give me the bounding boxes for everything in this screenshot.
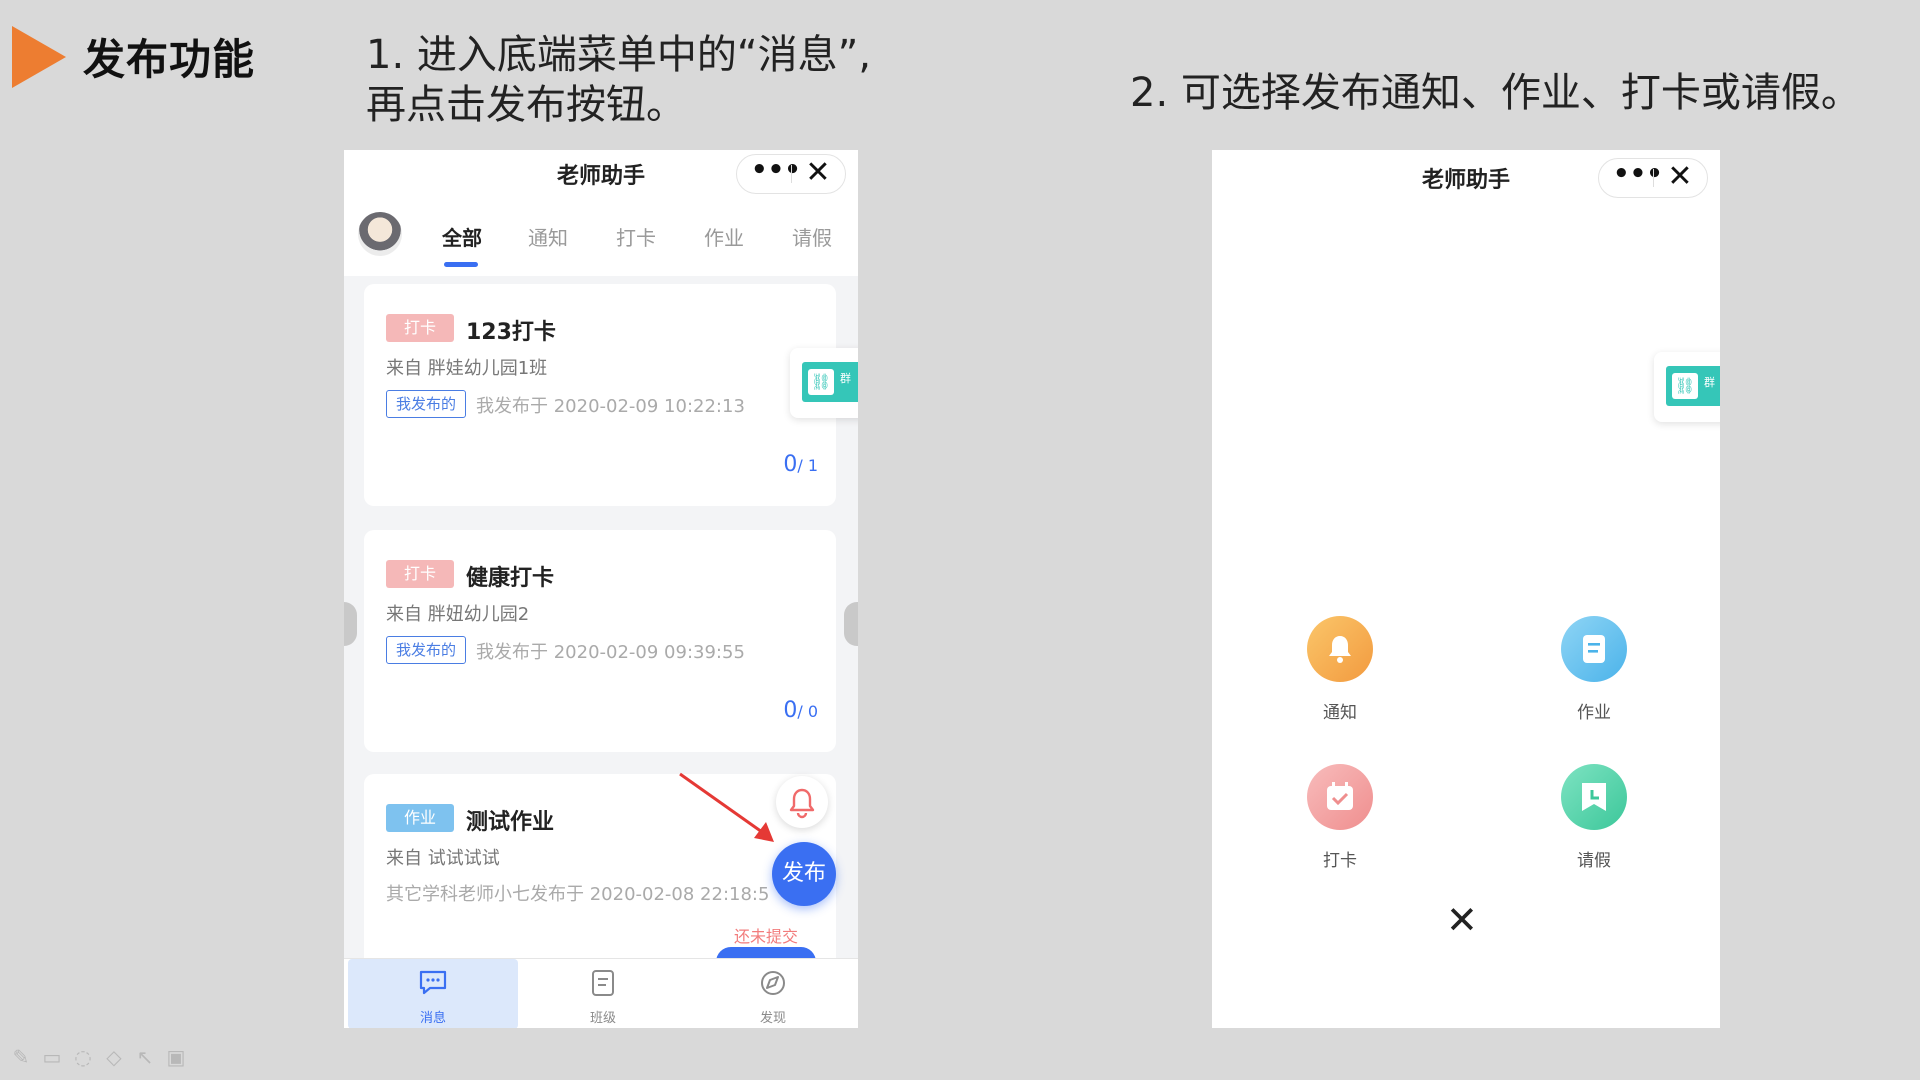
link-thumbnail: ⛓ 群 bbox=[1666, 366, 1720, 406]
mine-tag: 我发布的 bbox=[386, 636, 466, 664]
pen-icon[interactable]: ✎ bbox=[8, 1044, 34, 1070]
capsule-divider bbox=[1653, 169, 1654, 187]
step2-instruction: 2. 可选择发布通知、作业、打卡或请假。 bbox=[1130, 70, 1861, 116]
link-icon: ⛓ bbox=[1672, 373, 1698, 399]
lasso-icon[interactable]: ◌ bbox=[70, 1044, 96, 1070]
option-label: 通知 bbox=[1323, 703, 1357, 723]
scroll-handle-right bbox=[844, 602, 858, 646]
card-source: 来自 胖妞幼儿园2 bbox=[386, 604, 530, 625]
step1-line2: 再点击发布按钮。 bbox=[366, 82, 686, 128]
capsule-menu: ••• ✕ bbox=[736, 154, 846, 194]
nav-label: 班级 bbox=[589, 1011, 616, 1026]
publish-time: 我发布于 2020-02-09 10:22:13 bbox=[476, 396, 745, 417]
pointer-arrow-icon bbox=[679, 772, 774, 842]
card-source: 来自 试试试试 bbox=[386, 848, 500, 869]
floating-link-card[interactable]: ⛓ 群 bbox=[1654, 352, 1720, 422]
bottom-tab-bar: 消息 班级 发现 bbox=[344, 958, 858, 1028]
count-done: 0 bbox=[783, 452, 798, 477]
discover-icon bbox=[761, 971, 785, 995]
type-badge: 作业 bbox=[386, 804, 454, 832]
title-arrow-icon bbox=[12, 26, 66, 88]
capsule-menu: ••• ✕ bbox=[1598, 158, 1708, 198]
count-done: 0 bbox=[783, 698, 798, 723]
close-icon[interactable]: ✕ bbox=[1655, 159, 1705, 197]
tab-leave[interactable]: 请假 bbox=[792, 222, 832, 251]
message-card[interactable]: 打卡 健康打卡 来自 胖妞幼儿园2 我发布的 我发布于 2020-02-09 0… bbox=[364, 530, 836, 752]
phone-screen-messages: 老师助手 ••• ✕ 全部 通知 打卡 作业 请假 打卡 123打卡 来自 胖娃… bbox=[344, 150, 858, 1028]
slide-title: 发布功能 bbox=[83, 35, 256, 84]
card-title: 123打卡 bbox=[466, 320, 556, 345]
not-submitted-status: 还未提交 bbox=[734, 927, 799, 946]
document-icon bbox=[1561, 616, 1627, 682]
publish-checkin-option[interactable]: 打卡 bbox=[1280, 764, 1400, 871]
publish-time: 我发布于 2020-02-09 09:39:55 bbox=[476, 642, 745, 663]
option-label: 打卡 bbox=[1323, 851, 1357, 871]
mine-tag: 我发布的 bbox=[386, 390, 466, 418]
publish-button[interactable]: 发布 bbox=[772, 842, 836, 906]
type-badge: 打卡 bbox=[386, 314, 454, 342]
count-total: / 0 bbox=[797, 702, 818, 721]
nav-label: 消息 bbox=[419, 1011, 446, 1026]
nav-label: 发现 bbox=[759, 1011, 786, 1026]
floating-link-card[interactable]: ⛓ 群 bbox=[790, 348, 858, 418]
nav-discover[interactable]: 发现 bbox=[688, 959, 858, 1028]
tab-notice[interactable]: 通知 bbox=[528, 222, 568, 251]
more-icon[interactable]: ••• bbox=[751, 155, 801, 193]
tab-homework[interactable]: 作业 bbox=[704, 222, 744, 251]
option-label: 请假 bbox=[1577, 851, 1611, 871]
pointer-icon[interactable]: ↖ bbox=[132, 1044, 158, 1070]
message-icon bbox=[419, 970, 447, 995]
camera-icon[interactable]: ▣ bbox=[163, 1044, 189, 1070]
option-label: 作业 bbox=[1577, 703, 1611, 723]
bell-icon bbox=[1307, 616, 1373, 682]
publish-notice-option[interactable]: 通知 bbox=[1280, 616, 1400, 723]
link-icon: ⛓ bbox=[808, 369, 834, 395]
calendar-check-icon bbox=[1307, 764, 1373, 830]
completion-count: 0/ 0 bbox=[783, 698, 818, 723]
nav-messages[interactable]: 消息 bbox=[348, 959, 518, 1028]
leave-icon bbox=[1561, 764, 1627, 830]
publish-leave-option[interactable]: 请假 bbox=[1534, 764, 1654, 871]
mini-program-header: 老师助手 ••• ✕ bbox=[344, 150, 858, 196]
step1-instruction: 1. 进入底端菜单中的“消息”, 再点击发布按钮。 bbox=[366, 30, 886, 130]
scroll-handle-left bbox=[344, 602, 357, 646]
more-icon[interactable]: ••• bbox=[1613, 159, 1663, 197]
publish-homework-option[interactable]: 作业 bbox=[1534, 616, 1654, 723]
capsule-divider bbox=[791, 165, 792, 183]
message-card[interactable]: 打卡 123打卡 来自 胖娃幼儿园1班 我发布的 我发布于 2020-02-09… bbox=[364, 284, 836, 506]
link-label: 群 bbox=[840, 372, 851, 385]
link-thumbnail: ⛓ 群 bbox=[802, 362, 858, 402]
count-total: / 1 bbox=[797, 456, 818, 475]
nav-class[interactable]: 班级 bbox=[518, 959, 688, 1028]
avatar[interactable] bbox=[358, 212, 402, 256]
phone-screen-publish-menu: 老师助手 ••• ✕ ⛓ 群 通知 作业 打卡 请假 ✕ bbox=[1212, 150, 1720, 1028]
card-source: 来自 胖娃幼儿园1班 bbox=[386, 358, 548, 379]
close-menu-icon[interactable]: ✕ bbox=[1446, 900, 1478, 940]
eraser-icon[interactable]: ◇ bbox=[101, 1044, 127, 1070]
card-title: 测试作业 bbox=[466, 810, 555, 835]
class-icon bbox=[592, 970, 614, 996]
close-icon[interactable]: ✕ bbox=[793, 155, 843, 193]
tab-all[interactable]: 全部 bbox=[442, 222, 482, 251]
card-title: 健康打卡 bbox=[466, 566, 555, 591]
type-badge: 打卡 bbox=[386, 560, 454, 588]
rectangle-icon[interactable]: ▭ bbox=[39, 1044, 65, 1070]
link-label: 群 bbox=[1704, 376, 1715, 389]
publish-time: 其它学科老师小七发布于 2020-02-08 22:18:5 bbox=[386, 884, 770, 905]
tab-checkin[interactable]: 打卡 bbox=[616, 222, 656, 251]
active-tab-indicator bbox=[444, 262, 478, 267]
completion-count: 0/ 1 bbox=[783, 452, 818, 477]
filter-tabs: 全部 通知 打卡 作业 请假 bbox=[344, 196, 858, 276]
mini-program-header: 老师助手 ••• ✕ bbox=[1212, 154, 1720, 200]
step1-line1: 1. 进入底端菜单中的“消息”, bbox=[366, 32, 872, 78]
